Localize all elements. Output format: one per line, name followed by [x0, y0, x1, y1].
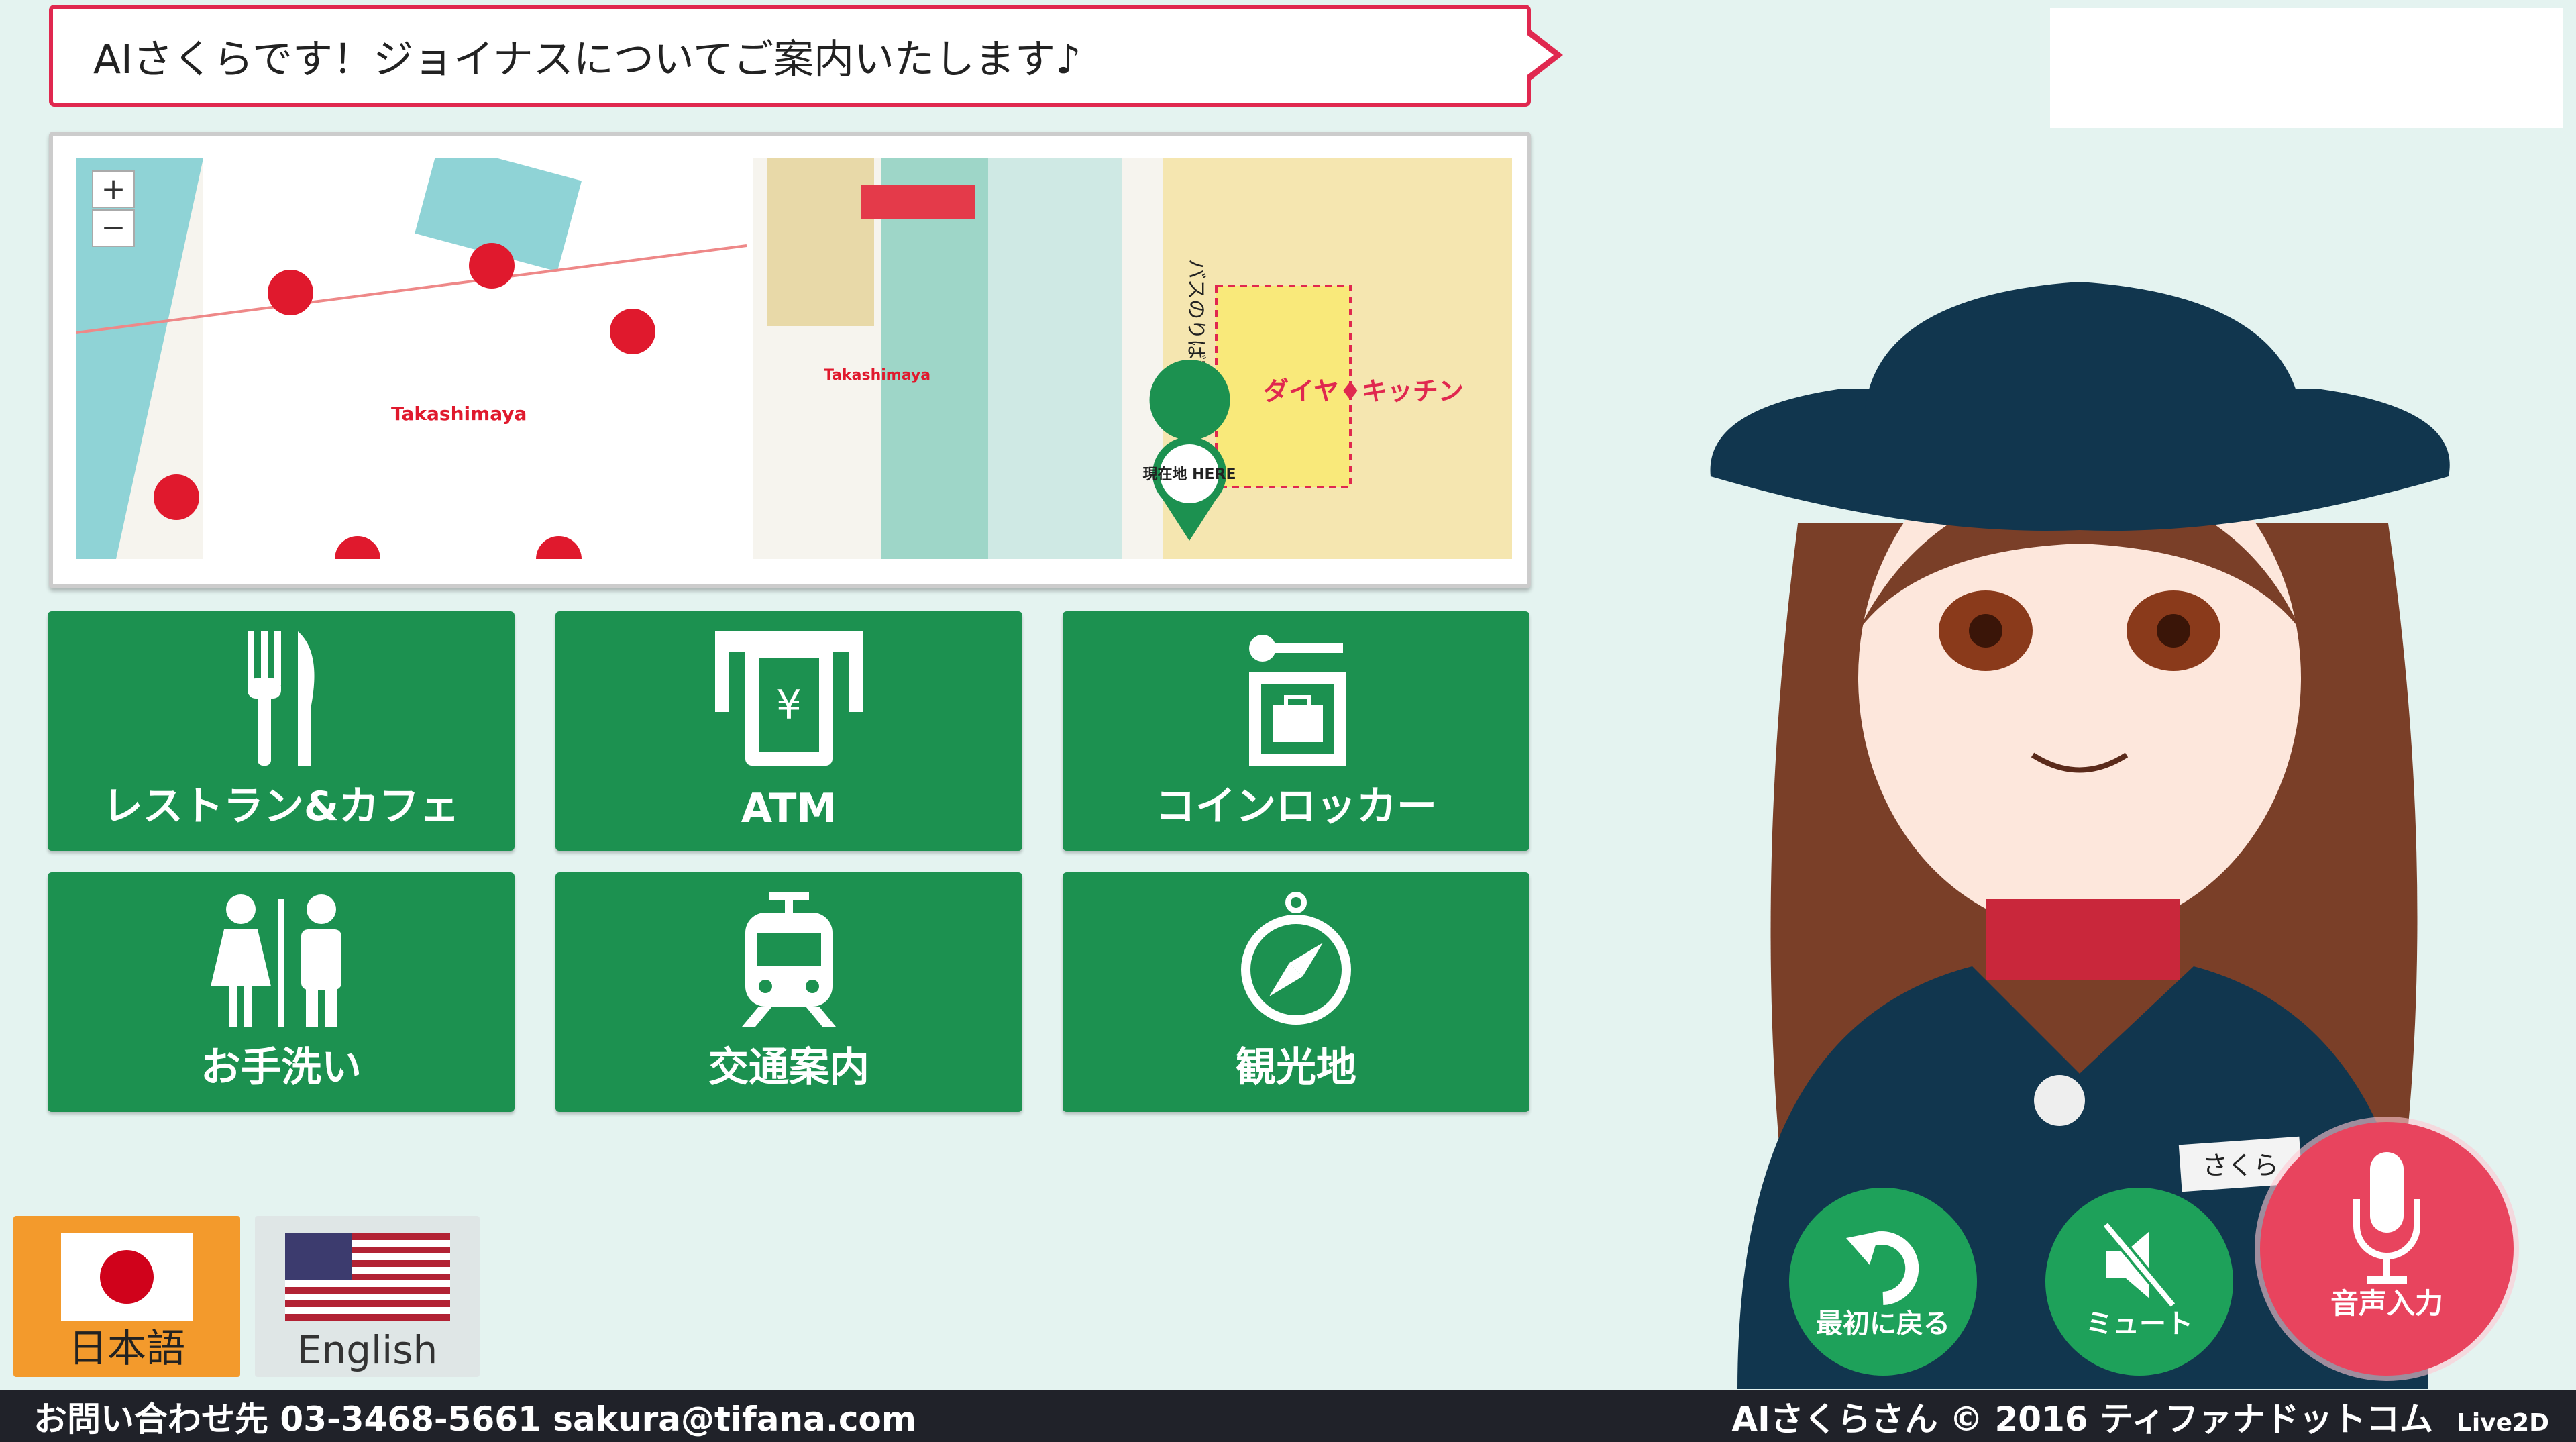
fork-knife-icon: [248, 631, 315, 766]
japan-flag-icon: [61, 1233, 193, 1321]
language-japanese-button[interactable]: 日本語: [13, 1216, 240, 1377]
here-label: 現在地 HERE: [1142, 466, 1236, 483]
category-coin-locker-button[interactable]: コインロッカー: [1063, 611, 1529, 851]
category-label: レストラン&カフェ: [102, 783, 460, 830]
map-zoom-in-button[interactable]: +: [92, 170, 135, 208]
bubble-tail-inner: [1525, 34, 1554, 76]
voice-input-button[interactable]: 音声入力: [2260, 1122, 2514, 1376]
speech-bubble: AIさくらです！ジョイナスについてご案内いたします♪: [49, 5, 1531, 107]
contact-info: お問い合わせ先 03-3468-5661 sakura@tifana.com: [34, 1399, 916, 1439]
speaker-muted-icon: [2101, 1221, 2178, 1308]
live2d-label: Live2D: [2456, 1408, 2549, 1437]
restroom-icon: [211, 894, 341, 1027]
undo-icon: [1846, 1231, 1919, 1305]
mute-button[interactable]: ミュート: [2045, 1188, 2233, 1376]
copyright-text: AIさくらさん © 2016 ティファナドットコム: [1731, 1399, 2434, 1439]
category-sightseeing-button[interactable]: 観光地: [1063, 872, 1529, 1112]
map-image[interactable]: Takashimaya Takashimaya ダイヤ♦キッチン バスのりば案内…: [76, 158, 1512, 559]
category-label: 交通案内: [708, 1044, 869, 1091]
language-english-button[interactable]: English: [255, 1216, 480, 1377]
blank-panel: [2050, 8, 2563, 128]
map-store-label-2: Takashimaya: [824, 367, 930, 384]
floor-map[interactable]: Takashimaya Takashimaya ダイヤ♦キッチン バスのりば案内…: [49, 132, 1531, 588]
category-label: コインロッカー: [1155, 783, 1437, 830]
speech-text: AIさくらです！ジョイナスについてご案内いたします♪: [93, 36, 1081, 83]
category-atm-button[interactable]: ¥ ATM: [555, 611, 1022, 851]
atm-icon: ¥: [715, 631, 863, 766]
language-label: 日本語: [68, 1325, 185, 1371]
reset-button[interactable]: 最初に戻る: [1789, 1188, 1977, 1376]
svg-text:¥: ¥: [776, 682, 802, 729]
category-restroom-button[interactable]: お手洗い: [48, 872, 515, 1112]
language-label: English: [297, 1327, 438, 1373]
train-icon: [742, 892, 836, 1027]
category-transport-button[interactable]: 交通案内: [555, 872, 1022, 1112]
locker-icon: [1249, 635, 1346, 766]
us-flag-icon: [284, 1233, 450, 1321]
category-restaurant-cafe-button[interactable]: レストラン&カフェ: [48, 611, 515, 851]
map-kitchen-label: ダイヤ♦キッチン: [1263, 376, 1464, 406]
category-label: お手洗い: [201, 1044, 362, 1091]
name-tag: さくら: [2202, 1151, 2279, 1180]
footer-bar: お問い合わせ先 03-3468-5661 sakura@tifana.com A…: [0, 1390, 2576, 1442]
compass-icon: [1241, 892, 1351, 1025]
map-store-label: Takashimaya: [391, 403, 527, 425]
voice-input-label: 音声入力: [2330, 1287, 2443, 1320]
category-label: ATM: [741, 785, 837, 832]
copyright-group: AIさくらさん © 2016 ティファナドットコム Live2D: [1731, 1392, 2549, 1441]
map-zoom-out-button[interactable]: −: [92, 209, 135, 247]
category-label: 観光地: [1236, 1044, 1356, 1091]
microphone-icon: [2353, 1152, 2420, 1284]
